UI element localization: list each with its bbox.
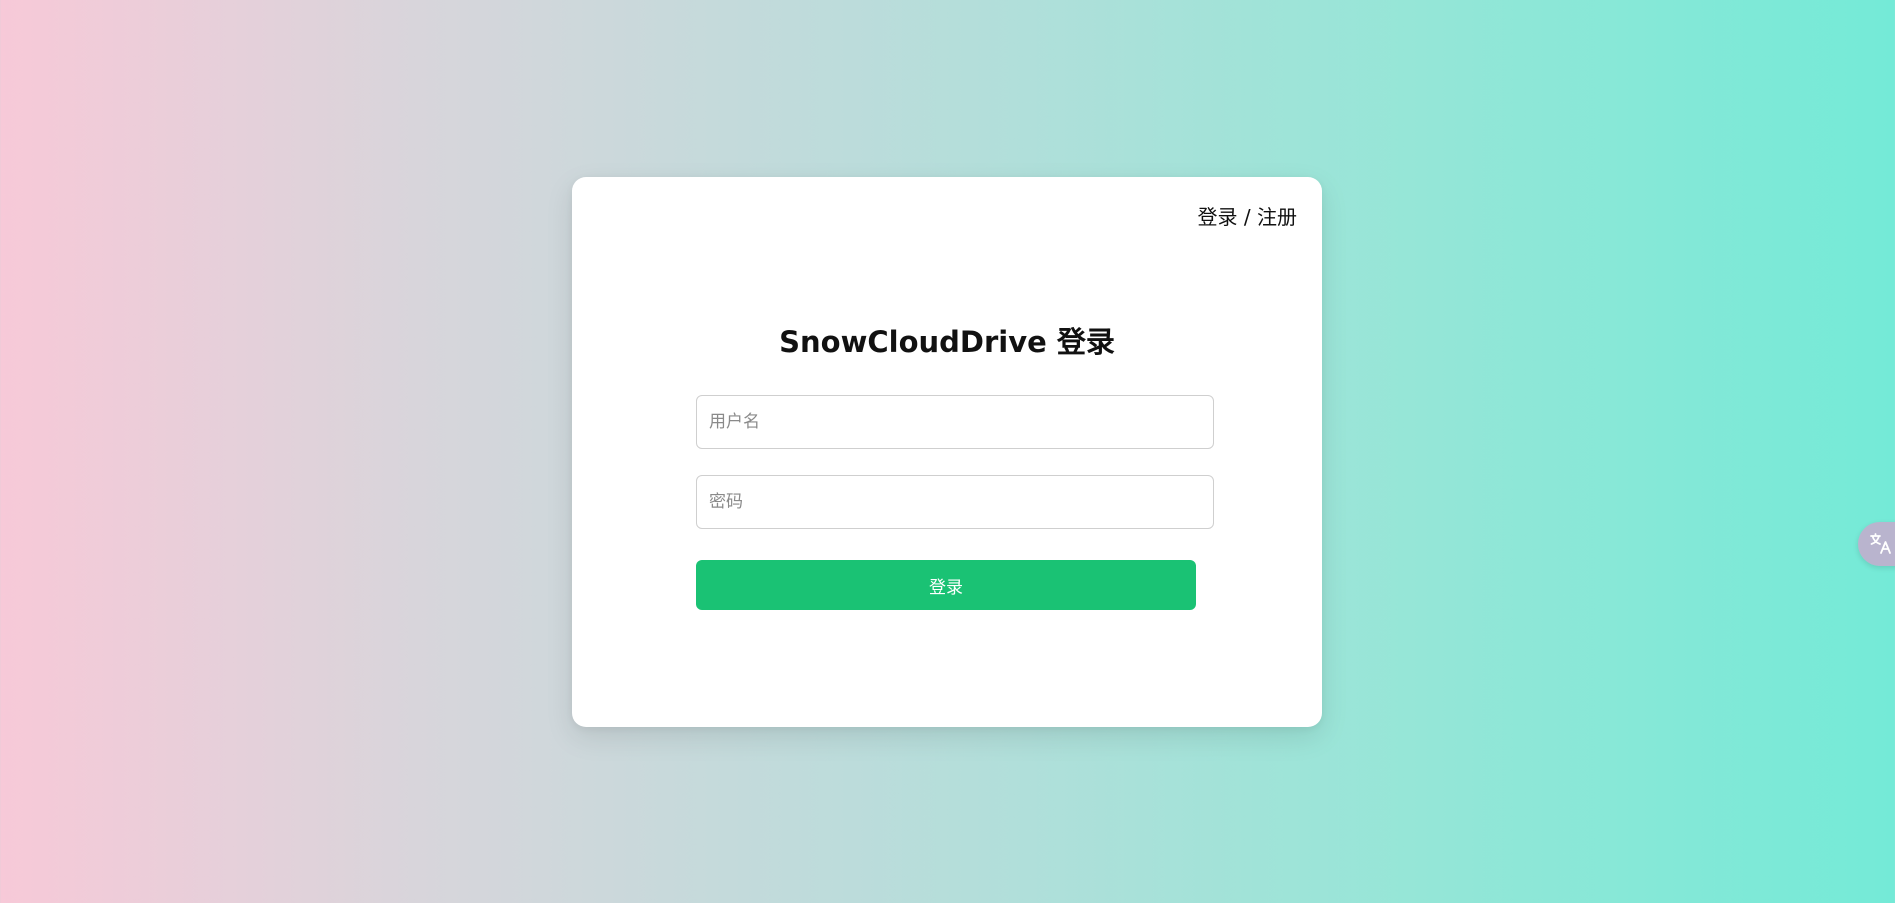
translate-icon [1870, 533, 1891, 554]
login-card: 登录 / 注册 SnowCloudDrive 登录 登录 [572, 177, 1322, 727]
login-button[interactable]: 登录 [696, 560, 1196, 610]
translate-floating-button[interactable] [1858, 522, 1895, 566]
page-title: SnowCloudDrive 登录 [779, 325, 1115, 359]
login-register-toggle-link[interactable]: 登录 / 注册 [1198, 201, 1297, 230]
password-input[interactable] [696, 475, 1214, 529]
username-input[interactable] [696, 395, 1214, 449]
